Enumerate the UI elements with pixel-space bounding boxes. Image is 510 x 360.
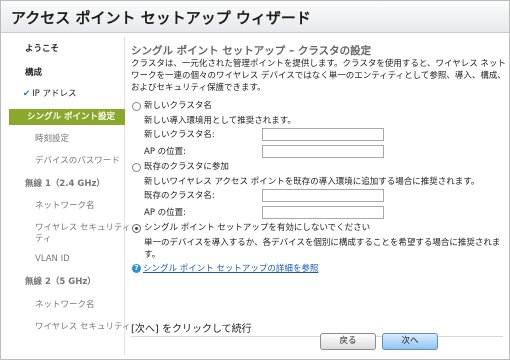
new-cluster-radio[interactable] <box>132 102 141 111</box>
sidebar-item-ip-address[interactable]: ✔ IP アドレス <box>9 88 125 100</box>
sidebar-item-configuration[interactable]: 構成 <box>9 67 125 79</box>
new-cluster-name-input[interactable] <box>262 128 384 141</box>
disable-single-point-description-1: 単一のデバイスを導入するか、各デバイスを個別に構成することを希望する場合に推奨さ… <box>144 238 501 248</box>
footer-divider <box>131 336 503 337</box>
new-cluster-option-label[interactable]: 新しいクラスタ名 <box>144 100 212 112</box>
new-cluster-name-label: 新しいクラスタ名: <box>144 130 215 140</box>
sidebar-item-device-password[interactable]: デバイスのパスワード <box>9 155 125 167</box>
learn-more-link[interactable]: シングル ポイント セットアップの詳細を参照 <box>143 262 318 274</box>
sidebar-item-radio1-wireless-security-wrap: ティ <box>35 234 52 244</box>
join-cluster-description: 新しいワイヤレス アクセス ポイントを既存の導入環境に追加する場合に推奨されます… <box>144 177 480 187</box>
join-cluster-option-label[interactable]: 既存のクラスタに参加 <box>144 161 229 173</box>
next-button[interactable]: 次へ <box>382 333 438 350</box>
existing-cluster-name-label: 既存のクラスタ名: <box>144 191 215 201</box>
disable-single-point-description-2: す。 <box>144 250 161 260</box>
back-button[interactable]: 戻る <box>320 333 376 350</box>
sidebar-item-label: IP アドレス <box>32 89 77 99</box>
wizard-step-sidebar: ようこそ 構成 ✔ IP アドレス シングル ポイント設定 時刻設定 デバイスのパ… <box>9 37 130 355</box>
sidebar-item-vlan-id[interactable]: VLAN ID <box>9 253 125 265</box>
join-cluster-ap-location-label: AP の位置: <box>144 208 187 218</box>
intro-line-1: クラスタは、一元化された管理ポイントを提供します。クラスタを使用すると、ワイヤレ… <box>131 59 506 69</box>
window-title: アクセス ポイント セットアップ ウィザード <box>1 1 509 33</box>
existing-cluster-name-input[interactable] <box>262 189 384 202</box>
join-cluster-ap-location-input[interactable] <box>262 206 384 219</box>
new-cluster-ap-location-label: AP の位置: <box>144 147 187 157</box>
disable-single-point-option-label[interactable]: シングル ポイント セットアップを有効にしないでください <box>144 222 370 234</box>
sidebar-section-radio1: 無線 1（2.4 GHz） <box>25 179 105 189</box>
sidebar-item-radio1-network-name[interactable]: ネットワーク名 <box>9 200 125 212</box>
wizard-window: アクセス ポイント セットアップ ウィザード ようこそ 構成 ✔ IP アドレス … <box>0 0 510 360</box>
join-cluster-radio[interactable] <box>132 163 141 172</box>
continue-hint: [次へ] をクリックして続行 <box>131 324 252 335</box>
sidebar-item-welcome[interactable]: ようこそ <box>9 43 125 55</box>
sidebar-item-single-point-setup[interactable]: シングル ポイント設定 <box>9 109 125 125</box>
sidebar-item-radio2-network-name[interactable]: ネットワーク名 <box>9 299 125 311</box>
sidebar-item-radio2-wireless-security[interactable]: ワイヤレス セキュリティ <box>9 321 130 333</box>
intro-line-2: ワークを一連の個々のワイヤレス デバイスではなく単一のエンティティとして参照、導… <box>131 71 506 81</box>
help-icon[interactable]: ? <box>132 264 141 273</box>
intro-line-3: およびセキュリティ保護できます。 <box>131 83 266 93</box>
new-cluster-ap-location-input[interactable] <box>262 145 384 158</box>
main-content: シングル ポイント セットアップ – クラスタの設定 クラスタは、一元化された管… <box>131 37 506 355</box>
sidebar-section-radio2: 無線 2（5 GHz） <box>25 277 96 287</box>
disable-single-point-radio[interactable] <box>132 224 141 233</box>
checkmark-icon: ✔ <box>23 89 31 99</box>
sidebar-item-time-settings[interactable]: 時刻設定 <box>9 133 125 145</box>
page-title: シングル ポイント セットアップ – クラスタの設定 <box>131 45 372 57</box>
new-cluster-description: 新しい導入環境用として推奨されます。 <box>144 116 296 126</box>
